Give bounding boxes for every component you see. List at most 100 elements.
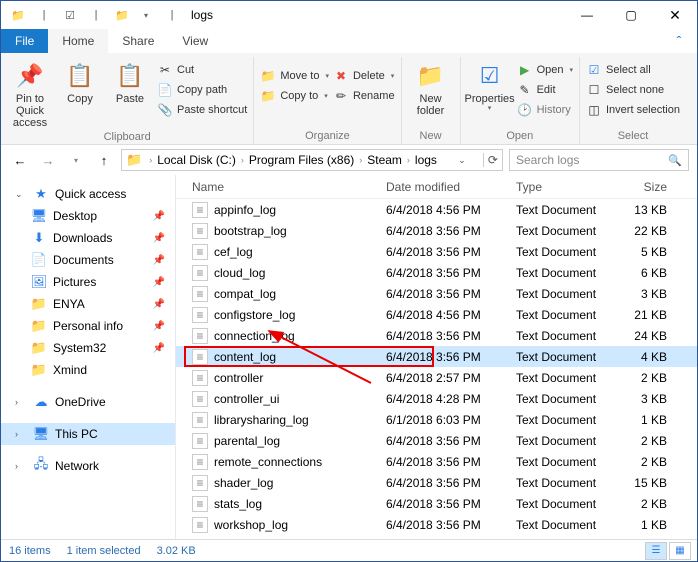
copy-path-button[interactable]: 📄 Copy path — [157, 81, 247, 99]
properties-button[interactable]: ☑ Properties ▾ — [467, 57, 513, 113]
chevron-right-icon[interactable]: › — [407, 155, 410, 165]
file-name: shader_log — [214, 476, 273, 490]
file-name: stats_log — [214, 497, 262, 511]
sidebar-item[interactable]: 📄Documents📌 — [1, 249, 175, 271]
expand-icon[interactable]: › — [15, 429, 25, 439]
collapse-icon[interactable]: ⌄ — [15, 189, 25, 200]
copy-to-button[interactable]: 📁 Copy to▾ — [260, 87, 329, 105]
file-row[interactable]: ≡content_log 6/4/2018 3:56 PM Text Docum… — [176, 346, 697, 367]
pin-icon: 📌 — [153, 321, 165, 332]
file-row[interactable]: ≡controller 6/4/2018 2:57 PM Text Docume… — [176, 367, 697, 388]
pin-quick-access-button[interactable]: 📌 Pin to Quick access — [7, 57, 53, 129]
sidebar-item[interactable]: 🖥Desktop📌 — [1, 205, 175, 227]
history-button[interactable]: 🕑 History — [517, 101, 573, 119]
rename-icon: ✏ — [333, 88, 349, 104]
status-selected-size: 3.02 KB — [157, 545, 196, 557]
qat-customize-icon[interactable]: ▾ — [135, 4, 157, 26]
file-size: 2 KB — [626, 455, 687, 469]
sidebar-item[interactable]: 📁Xmind — [1, 359, 175, 381]
breadcrumb-segment[interactable]: Steam — [367, 153, 402, 167]
sidebar-item[interactable]: ⬇Downloads📌 — [1, 227, 175, 249]
file-row[interactable]: ≡stats_log 6/4/2018 3:56 PM Text Documen… — [176, 493, 697, 514]
select-all-button[interactable]: ☑ Select all — [586, 61, 680, 79]
item-icon: 🖥 — [31, 208, 47, 224]
sidebar-item[interactable]: 🖼Pictures📌 — [1, 271, 175, 293]
search-input[interactable]: Search logs 🔍 — [509, 149, 689, 171]
recent-locations-button[interactable]: ▾ — [65, 149, 87, 171]
paste-button[interactable]: 📋 Paste — [107, 57, 153, 105]
file-date: 6/4/2018 3:56 PM — [386, 287, 516, 301]
file-row[interactable]: ≡controller_ui 6/4/2018 4:28 PM Text Doc… — [176, 388, 697, 409]
open-button[interactable]: ▶ Open▾ — [517, 61, 573, 79]
search-icon[interactable]: 🔍 — [668, 154, 682, 167]
file-type: Text Document — [516, 203, 626, 217]
file-row[interactable]: ≡bootstrap_log 6/4/2018 3:56 PM Text Doc… — [176, 220, 697, 241]
column-date[interactable]: Date modified — [386, 180, 516, 194]
sidebar-quick-access[interactable]: ⌄ ★ Quick access — [1, 183, 175, 205]
column-size[interactable]: Size — [626, 180, 687, 194]
up-button[interactable]: ↑ — [93, 149, 115, 171]
file-date: 6/4/2018 4:28 PM — [386, 392, 516, 406]
sidebar-item[interactable]: 📁ENYA📌 — [1, 293, 175, 315]
cut-button[interactable]: ✂ Cut — [157, 61, 247, 79]
expand-icon[interactable]: › — [15, 461, 25, 471]
address-dropdown-icon[interactable]: ⌄ — [454, 155, 466, 166]
qat-new-folder-icon[interactable]: 📁 — [111, 4, 133, 26]
chevron-right-icon[interactable]: › — [359, 155, 362, 165]
file-row[interactable]: ≡remote_connections 6/4/2018 3:56 PM Tex… — [176, 451, 697, 472]
chevron-right-icon[interactable]: › — [241, 155, 244, 165]
file-row[interactable]: ≡cef_log 6/4/2018 3:56 PM Text Document … — [176, 241, 697, 262]
ribbon-collapse-icon[interactable]: ˆ — [661, 29, 697, 53]
paste-shortcut-button[interactable]: 📎 Paste shortcut — [157, 101, 247, 119]
file-row[interactable]: ≡cloud_log 6/4/2018 3:56 PM Text Documen… — [176, 262, 697, 283]
sidebar-onedrive[interactable]: › ☁ OneDrive — [1, 391, 175, 413]
file-row[interactable]: ≡configstore_log 6/4/2018 4:56 PM Text D… — [176, 304, 697, 325]
home-tab[interactable]: Home — [48, 29, 108, 53]
expand-icon[interactable]: › — [15, 397, 25, 407]
move-icon: 📁 — [260, 68, 276, 84]
file-row[interactable]: ≡connection_log 6/4/2018 3:56 PM Text Do… — [176, 325, 697, 346]
column-name[interactable]: Name — [176, 180, 386, 194]
close-button[interactable]: ✕ — [653, 1, 697, 29]
edit-button[interactable]: ✎ Edit — [517, 81, 573, 99]
share-tab[interactable]: Share — [108, 29, 168, 53]
sidebar-item[interactable]: 📁Personal info📌 — [1, 315, 175, 337]
forward-button[interactable]: → — [37, 149, 59, 171]
back-button[interactable]: ← — [9, 149, 31, 171]
file-row[interactable]: ≡shader_log 6/4/2018 3:56 PM Text Docume… — [176, 472, 697, 493]
breadcrumb-segment[interactable]: Program Files (x86) — [249, 153, 354, 167]
new-folder-button[interactable]: 📁 New folder — [408, 57, 454, 117]
file-tab[interactable]: File — [1, 29, 48, 53]
delete-button[interactable]: ✖ Delete▾ — [333, 67, 395, 85]
large-icons-view-button[interactable]: ▦ — [669, 542, 691, 560]
group-label: Clipboard — [104, 129, 151, 143]
select-none-button[interactable]: ☐ Select none — [586, 81, 680, 99]
sidebar-this-pc[interactable]: › 🖥 This PC — [1, 423, 175, 445]
invert-selection-button[interactable]: ◫ Invert selection — [586, 101, 680, 119]
address-bar[interactable]: 📁 › Local Disk (C:) › Program Files (x86… — [121, 149, 503, 171]
details-view-button[interactable]: ☰ — [645, 542, 667, 560]
file-row[interactable]: ≡compat_log 6/4/2018 3:56 PM Text Docume… — [176, 283, 697, 304]
file-row[interactable]: ≡librarysharing_log 6/1/2018 6:03 PM Tex… — [176, 409, 697, 430]
sidebar-network[interactable]: › 🖧 Network — [1, 455, 175, 477]
column-type[interactable]: Type — [516, 180, 626, 194]
sidebar-item[interactable]: 📁System32📌 — [1, 337, 175, 359]
file-row[interactable]: ≡workshop_log 6/4/2018 3:56 PM Text Docu… — [176, 514, 697, 535]
ribbon-group-open: ☑ Properties ▾ ▶ Open▾ ✎ Edit 🕑 History — [461, 57, 580, 144]
qat-properties-icon[interactable]: ☑ — [59, 4, 81, 26]
minimize-button[interactable]: — — [565, 1, 609, 29]
breadcrumb-segment[interactable]: logs — [415, 153, 437, 167]
sidebar-item-label: Xmind — [53, 363, 87, 377]
file-row[interactable]: ≡parental_log 6/4/2018 3:56 PM Text Docu… — [176, 430, 697, 451]
text-file-icon: ≡ — [192, 433, 208, 449]
refresh-icon[interactable]: ⟳ — [483, 153, 498, 167]
file-row[interactable]: ≡appinfo_log 6/4/2018 4:56 PM Text Docum… — [176, 199, 697, 220]
copy-button[interactable]: 📋 Copy — [57, 57, 103, 105]
breadcrumb-segment[interactable]: Local Disk (C:) — [157, 153, 236, 167]
file-type: Text Document — [516, 350, 626, 364]
rename-button[interactable]: ✏ Rename — [333, 87, 395, 105]
maximize-button[interactable]: ▢ — [609, 1, 653, 29]
chevron-right-icon[interactable]: › — [149, 155, 152, 165]
move-to-button[interactable]: 📁 Move to▾ — [260, 67, 329, 85]
view-tab[interactable]: View — [168, 29, 222, 53]
